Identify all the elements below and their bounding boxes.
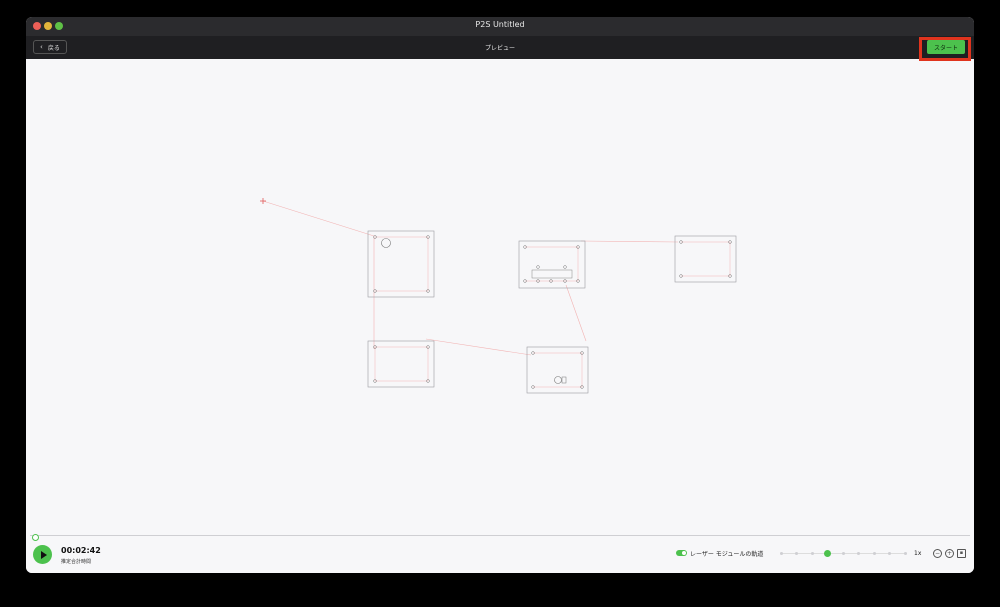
speed-slider-step[interactable] bbox=[795, 552, 798, 555]
speed-slider-step[interactable] bbox=[872, 552, 876, 555]
speed-slider-step[interactable] bbox=[779, 552, 783, 555]
part-5 bbox=[526, 346, 589, 394]
play-button[interactable] bbox=[33, 545, 52, 564]
start-button-label: スタート bbox=[933, 44, 958, 52]
page-title: プレビュー bbox=[484, 45, 515, 52]
speed-label: 1x bbox=[914, 550, 922, 557]
app-window: P2S Untitled ‹ 戻る プレビュー スタート 00:02:42 推定… bbox=[26, 17, 974, 573]
window-title: P2S Untitled bbox=[475, 20, 525, 29]
part-4 bbox=[367, 340, 435, 388]
preview-canvas[interactable] bbox=[26, 59, 974, 533]
start-button[interactable]: スタート bbox=[927, 40, 965, 54]
estimated-time-label: 推定合計時間 bbox=[61, 559, 92, 565]
progress-track[interactable] bbox=[30, 534, 970, 541]
fit-view-icon[interactable]: ▪ bbox=[957, 549, 966, 558]
zoom-out-icon[interactable]: − bbox=[933, 549, 942, 558]
estimated-time: 00:02:42 bbox=[61, 546, 101, 555]
toolbar: ‹ 戻る プレビュー スタート bbox=[26, 36, 974, 61]
part-1 bbox=[367, 230, 435, 298]
speed-slider-step[interactable] bbox=[810, 552, 814, 555]
laser-path-toggle-label: レーザー モジュールの軌道 bbox=[690, 551, 764, 558]
speed-slider-step[interactable] bbox=[888, 552, 891, 555]
speed-slider-step[interactable] bbox=[903, 552, 907, 555]
part-2 bbox=[518, 240, 586, 289]
speed-slider[interactable] bbox=[779, 550, 907, 557]
title-bar: P2S Untitled bbox=[26, 17, 974, 36]
laser-path-toggle[interactable] bbox=[676, 550, 687, 556]
progress-knob[interactable] bbox=[32, 534, 39, 541]
preview-drawing bbox=[260, 198, 737, 394]
speed-slider-knob[interactable] bbox=[824, 550, 831, 557]
laser-path bbox=[262, 200, 679, 356]
zoom-in-icon[interactable]: + bbox=[945, 549, 954, 558]
playback-bar: 00:02:42 推定合計時間 レーザー モジュールの軌道 1x − + ▪ bbox=[26, 533, 974, 573]
speed-slider-step[interactable] bbox=[857, 552, 860, 555]
part-3 bbox=[674, 235, 737, 283]
speed-slider-step[interactable] bbox=[841, 552, 845, 555]
play-icon bbox=[40, 550, 47, 559]
